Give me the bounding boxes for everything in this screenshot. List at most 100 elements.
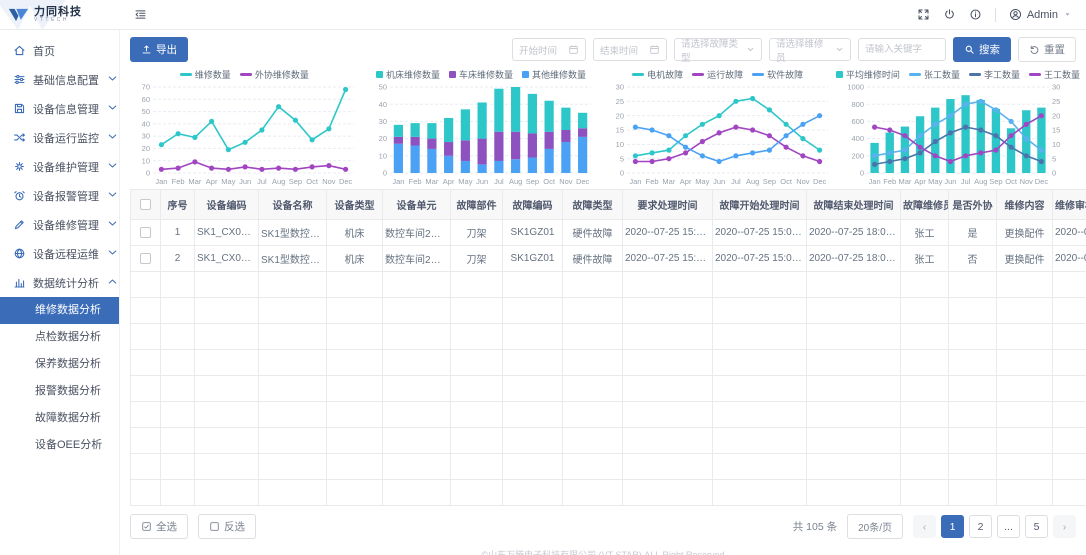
chart-legend: 平均维修时间张工数量李工数量王工数量 (836, 67, 1080, 82)
sidebar-item[interactable]: 设备报警管理 (0, 181, 119, 210)
main-content: 导出 开始时间 结束时间 (120, 30, 1086, 555)
table-row[interactable]: 1SK1_CX01_1001SK1型数控机床机床数控车间2产线刀架SK1GZ01… (131, 220, 1086, 246)
select-all-checkbox[interactable] (140, 199, 151, 210)
sidebar-item[interactable]: 设备维修管理 (0, 210, 119, 239)
page-ellipsis[interactable]: ... (997, 515, 1020, 538)
legend-item[interactable]: 其他维修数量 (522, 68, 586, 81)
column-header[interactable]: 维修内容 (997, 190, 1053, 220)
sidebar-subitem[interactable]: 故障数据分析 (0, 405, 119, 432)
sidebar-item[interactable]: 首页 (0, 36, 119, 65)
reset-button[interactable]: 重置 (1018, 37, 1076, 62)
svg-text:40: 40 (379, 100, 387, 109)
keyword-input[interactable] (865, 44, 939, 55)
start-time-picker[interactable]: 开始时间 (512, 38, 586, 61)
info-icon[interactable] (969, 8, 982, 21)
sidebar-item[interactable]: 设备远程运维 (0, 239, 119, 268)
chart-plot: 02004006008001000051015202530JanFebMarAp… (841, 82, 1075, 186)
chart-legend: 电机故障运行故障软件故障 (632, 67, 803, 82)
legend-item[interactable]: 张工数量 (909, 68, 960, 81)
svg-text:10: 10 (142, 156, 150, 165)
legend-line-marker (752, 73, 764, 76)
column-header[interactable]: 维修审核通过时间 (1053, 190, 1086, 220)
power-icon[interactable] (943, 8, 956, 21)
legend-item[interactable]: 车床维修数量 (449, 68, 513, 81)
table-cell: SK1型数控机床 (259, 246, 327, 272)
column-header[interactable]: 要求处理时间 (623, 190, 713, 220)
column-header[interactable]: 故障类型 (563, 190, 623, 220)
page-button[interactable]: 1 (941, 515, 964, 538)
page-button[interactable]: 5 (1025, 515, 1048, 538)
svg-text:May: May (222, 177, 236, 186)
sidebar-collapse-icon[interactable] (134, 8, 147, 21)
table-cell: 否 (949, 246, 997, 272)
empty-row (131, 350, 1086, 376)
legend-item[interactable]: 李工数量 (969, 68, 1020, 81)
svg-text:Feb: Feb (645, 177, 658, 186)
column-header[interactable]: 故障编码 (503, 190, 563, 220)
svg-text:Dec: Dec (1035, 177, 1049, 186)
sidebar-item[interactable]: 基础信息配置 (0, 65, 119, 94)
search-button[interactable]: 搜索 (953, 37, 1011, 62)
page-prev-button[interactable]: ‹ (913, 515, 936, 538)
legend-item[interactable]: 王工数量 (1029, 68, 1080, 81)
legend-item[interactable]: 软件故障 (752, 68, 803, 81)
svg-text:10: 10 (379, 151, 387, 160)
export-button[interactable]: 导出 (130, 37, 188, 62)
column-header[interactable]: 设备单元 (383, 190, 451, 220)
sidebar-item-label: 设备维修管理 (33, 217, 99, 233)
column-header[interactable]: 序号 (161, 190, 195, 220)
select-all-button[interactable]: 全选 (130, 514, 188, 539)
invert-selection-button[interactable]: 反选 (198, 514, 256, 539)
home-icon (13, 44, 26, 57)
fullscreen-icon[interactable] (917, 8, 930, 21)
fault-type-select[interactable]: 请选择故障类型 (674, 38, 762, 61)
column-header[interactable]: 故障开始处理时间 (713, 190, 807, 220)
sidebar-subitem[interactable]: 设备OEE分析 (0, 432, 119, 459)
page-next-button[interactable]: › (1053, 515, 1076, 538)
legend-item[interactable]: 电机故障 (632, 68, 683, 81)
column-header[interactable]: 故障结束处理时间 (807, 190, 901, 220)
sidebar-item[interactable]: 数据统计分析 (0, 268, 119, 297)
svg-text:30: 30 (379, 117, 387, 126)
table-row[interactable]: 2SK1_CX01_1001SK1型数控机床机床数控车间2产线刀架SK1GZ01… (131, 246, 1086, 272)
sidebar-subitem[interactable]: 点检数据分析 (0, 324, 119, 351)
user-menu[interactable]: Admin (1009, 8, 1072, 21)
chart-card-3: 电机故障运行故障软件故障051015202530JanFebMarAprMayJ… (599, 67, 836, 186)
sidebar-item[interactable]: 设备维护管理 (0, 152, 119, 181)
legend-item[interactable]: 平均维修时间 (836, 68, 900, 81)
chevron-down-icon (106, 72, 119, 85)
column-header[interactable]: 设备编码 (195, 190, 259, 220)
monitor-icon (13, 131, 26, 144)
end-time-picker[interactable]: 结束时间 (593, 38, 667, 61)
sidebar-item[interactable]: 设备信息管理 (0, 94, 119, 123)
sidebar-item[interactable]: 设备运行监控 (0, 123, 119, 152)
column-header[interactable]: 故障维修员 (901, 190, 949, 220)
column-header[interactable]: 是否外协 (949, 190, 997, 220)
column-header[interactable]: 故障部件 (451, 190, 503, 220)
svg-text:Aug: Aug (974, 177, 987, 186)
legend-item[interactable]: 机床维修数量 (376, 68, 440, 81)
legend-item[interactable]: 外协维修数量 (240, 68, 309, 81)
row-checkbox[interactable] (140, 253, 151, 264)
table-cell: SK1型数控机床 (259, 220, 327, 246)
page-size-select[interactable]: 20条/页 (847, 514, 903, 539)
legend-item[interactable]: 维修数量 (180, 68, 231, 81)
column-header[interactable]: 设备类型 (327, 190, 383, 220)
svg-text:30: 30 (142, 132, 150, 141)
sidebar-subitem-active[interactable]: 维修数据分析 (0, 297, 119, 324)
legend-item[interactable]: 运行故障 (692, 68, 743, 81)
repair-data-table: 序号设备编码设备名称设备类型设备单元故障部件故障编码故障类型要求处理时间故障开始… (130, 189, 1086, 506)
table-cell: 更换配件 (997, 220, 1053, 246)
table-cell: SK1_CX01_1001 (195, 220, 259, 246)
sidebar-subitem[interactable]: 报警数据分析 (0, 378, 119, 405)
svg-text:Jun: Jun (713, 177, 725, 186)
topbar-main: Admin (120, 0, 1086, 29)
sidebar-subitem[interactable]: 保养数据分析 (0, 351, 119, 378)
column-header[interactable]: 设备名称 (259, 190, 327, 220)
svg-text:Jun: Jun (944, 177, 956, 186)
repairer-select[interactable]: 请选择维修员 (769, 38, 851, 61)
sidebar: 首页基础信息配置设备信息管理设备运行监控设备维护管理设备报警管理设备维修管理设备… (0, 30, 120, 555)
page-button[interactable]: 2 (969, 515, 992, 538)
row-checkbox[interactable] (140, 227, 151, 238)
table-wrap: 序号设备编码设备名称设备类型设备单元故障部件故障编码故障类型要求处理时间故障开始… (120, 189, 1086, 506)
